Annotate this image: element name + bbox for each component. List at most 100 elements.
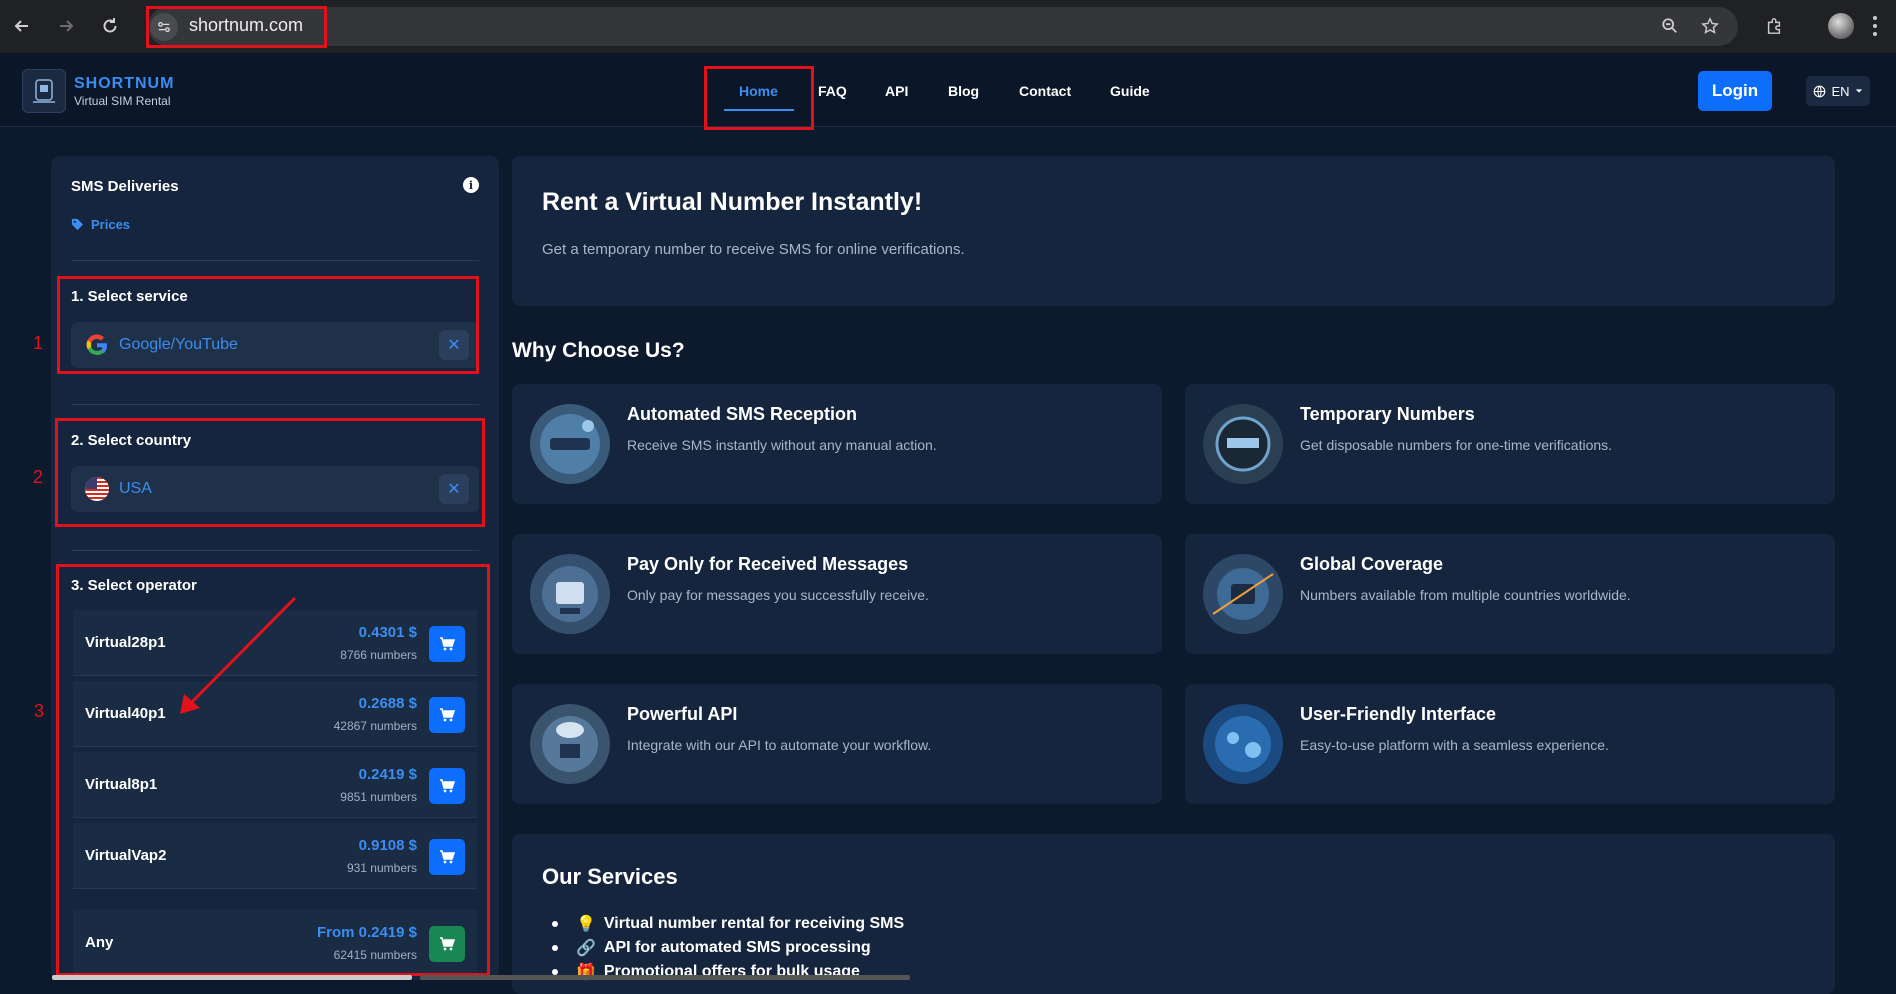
sms-reception-image (530, 404, 610, 484)
reload-icon[interactable] (98, 14, 122, 38)
panel-title: SMS Deliveries (71, 178, 179, 195)
nav-guide[interactable]: Guide (1110, 83, 1150, 99)
nav-contact[interactable]: Contact (1019, 83, 1071, 99)
feature-title: Automated SMS Reception (627, 404, 858, 424)
logo[interactable] (22, 69, 66, 113)
language-selector[interactable]: EN (1806, 76, 1870, 106)
buy-button[interactable] (429, 697, 465, 733)
nav-blog[interactable]: Blog (948, 83, 979, 99)
feature-card: Global Coverage Numbers available from m… (1185, 534, 1835, 654)
zoom-icon[interactable] (1658, 14, 1682, 38)
operator-price: 0.9108 $ (358, 837, 417, 854)
powerful-api-image (530, 704, 610, 784)
feature-title: User-Friendly Interface (1300, 704, 1497, 724)
brand-tagline: Virtual SIM Rental (74, 94, 171, 108)
annotation-number-2: 2 (33, 467, 44, 487)
horizontal-scrollbar-track[interactable] (420, 975, 910, 980)
prices-label: Prices (91, 217, 131, 232)
operator-price: 0.2688 $ (358, 695, 417, 712)
forward-icon[interactable] (54, 14, 78, 38)
nav-api[interactable]: API (885, 83, 908, 99)
feature-title: Temporary Numbers (1300, 404, 1475, 424)
url-text[interactable]: shortnum.com (189, 15, 303, 36)
lightbulb-icon: 💡 (576, 916, 596, 933)
services-title: Our Services (542, 864, 678, 889)
feature-card: Temporary Numbers Get disposable numbers… (1185, 384, 1835, 504)
profile-avatar[interactable] (1828, 13, 1854, 39)
hero-card: Rent a Virtual Number Instantly! Get a t… (512, 156, 1835, 306)
address-bar[interactable] (148, 7, 1738, 46)
global-coverage-image (1203, 554, 1283, 634)
sms-deliveries-panel: SMS Deliveries i Prices 1. Select servic… (51, 156, 499, 980)
prices-link[interactable]: Prices (71, 217, 130, 232)
feature-card: Powerful API Integrate with our API to a… (512, 684, 1162, 804)
caret-down-icon (1855, 89, 1862, 93)
operator-row[interactable]: VirtualVap2 0.9108 $ 931 numbers (73, 823, 477, 889)
back-icon[interactable] (10, 14, 34, 38)
operator-price: From 0.2419 $ (316, 924, 417, 941)
divider (71, 404, 479, 405)
service-item-text: API for automated SMS processing (603, 939, 871, 956)
divider (71, 260, 479, 261)
feature-card: Automated SMS Reception Receive SMS inst… (512, 384, 1162, 504)
operator-name: Virtual8p1 (85, 776, 158, 793)
buy-button[interactable] (429, 626, 465, 662)
us-flag-icon (85, 477, 109, 501)
feature-title: Pay Only for Received Messages (627, 554, 909, 574)
operator-row-any[interactable]: Any From 0.2419 $ 62415 numbers (73, 910, 477, 976)
clear-service-button[interactable]: ✕ (439, 330, 469, 360)
selected-service-label: Google/YouTube (119, 336, 238, 353)
selected-country-chip[interactable]: USA ✕ (71, 466, 479, 512)
bookmark-star-icon[interactable] (1698, 14, 1722, 38)
info-icon[interactable]: i (463, 177, 479, 193)
feature-card: User-Friendly Interface Easy-to-use plat… (1185, 684, 1835, 804)
feature-desc: Numbers available from multiple countrie… (1300, 587, 1631, 603)
site-settings-icon[interactable] (150, 13, 178, 41)
operator-name: Any (85, 934, 114, 951)
clear-country-button[interactable]: ✕ (439, 474, 469, 504)
feature-desc: Easy-to-use platform with a seamless exp… (1300, 737, 1609, 753)
cart-icon (440, 708, 455, 722)
horizontal-scrollbar-thumb[interactable] (52, 975, 412, 980)
feature-desc: Integrate with our API to automate your … (627, 737, 932, 753)
nav-faq[interactable]: FAQ (818, 83, 847, 99)
annotation-arrow (180, 596, 297, 714)
selected-service-chip[interactable]: Google/YouTube ✕ (71, 322, 479, 368)
why-choose-title: Why Choose Us? (512, 339, 685, 362)
annotation-number-3: 3 (34, 701, 45, 721)
globe-icon (1814, 85, 1826, 97)
operator-name: Virtual28p1 (85, 634, 166, 651)
step-2-title: 2. Select country (71, 432, 192, 449)
operator-name: VirtualVap2 (85, 847, 167, 864)
operator-name: Virtual40p1 (85, 705, 166, 722)
hero-subtitle: Get a temporary number to receive SMS fo… (542, 241, 965, 258)
operator-row[interactable]: Virtual8p1 0.2419 $ 9851 numbers (73, 752, 477, 818)
annotation-number-1: 1 (33, 333, 44, 353)
browser-menu-icon[interactable] (1872, 16, 1878, 36)
step-1-title: 1. Select service (71, 288, 188, 305)
feature-card: Pay Only for Received Messages Only pay … (512, 534, 1162, 654)
buy-any-button[interactable] (429, 926, 465, 962)
service-item: 💡 Virtual number rental for receiving SM… (552, 912, 904, 936)
service-item: 🔗 API for automated SMS processing (552, 936, 904, 960)
link-icon: 🔗 (576, 940, 596, 957)
login-button[interactable]: Login (1698, 71, 1772, 111)
divider (71, 550, 479, 551)
cart-icon (440, 937, 455, 951)
extensions-icon[interactable] (1762, 14, 1786, 38)
services-list: 💡 Virtual number rental for receiving SM… (552, 912, 904, 984)
service-item: 🎁 Promotional offers for bulk usage (552, 960, 904, 984)
brand-name[interactable]: SHORTNUM (74, 75, 174, 93)
operator-count: 62415 numbers (333, 948, 417, 962)
buy-button[interactable] (429, 768, 465, 804)
operator-count: 931 numbers (346, 861, 417, 875)
buy-button[interactable] (429, 839, 465, 875)
operator-count: 9851 numbers (340, 790, 417, 804)
operator-price: 0.4301 $ (358, 624, 417, 641)
nav-active-indicator (724, 109, 794, 111)
selected-country-label: USA (119, 480, 152, 497)
feature-desc: Only pay for messages you successfully r… (627, 587, 929, 603)
cart-icon (440, 779, 455, 793)
nav-home[interactable]: Home (739, 83, 778, 99)
browser-toolbar: shortnum.com (0, 0, 1896, 53)
